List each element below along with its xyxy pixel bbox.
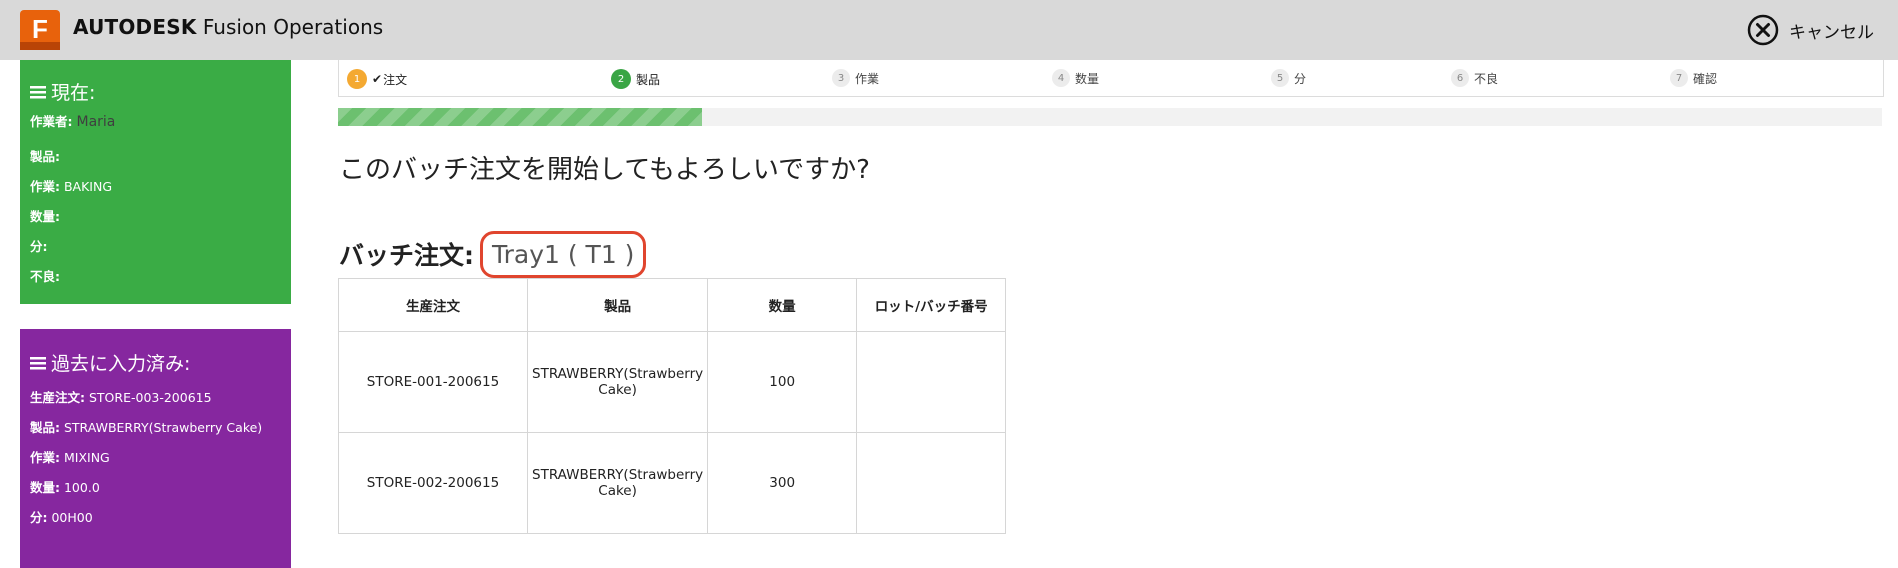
brand-product: Fusion Operations xyxy=(202,15,384,39)
past-minutes: 分: 00H00 xyxy=(30,510,93,525)
progress-bar-fill xyxy=(338,108,703,126)
step-order[interactable]: 1 ✔ 注文 xyxy=(347,69,407,89)
column-header: 生産注文 xyxy=(338,278,528,332)
step-indicator: 1 ✔ 注文 2 製品 3 作業 4 数量 5分 6 不良 7 確認 xyxy=(338,60,1884,97)
lot-number-cell xyxy=(856,432,1007,534)
orders-table: 生産注文 製品 数量 ロット/バッチ番号 STORE-001-200615 ST… xyxy=(338,278,1007,534)
past-operation: 作業: MIXING xyxy=(30,450,110,465)
step-minutes[interactable]: 5分 xyxy=(1271,69,1306,87)
column-header: 数量 xyxy=(707,278,858,332)
current-defects: 不良: xyxy=(30,269,60,284)
past-product: 製品: STRAWBERRY(Strawberry Cake) xyxy=(30,420,263,435)
confirm-question: このバッチ注文を開始してもよろしいですか? xyxy=(339,155,870,185)
cancel-label: キャンセル xyxy=(1789,22,1874,43)
fusion-logo-icon: F xyxy=(20,10,60,50)
app-header: F AUTODESK Fusion Operations キャンセル xyxy=(0,0,1898,60)
batch-order-label: バッチ注文: xyxy=(339,240,474,270)
table-cell: 100 xyxy=(707,331,858,433)
column-header: 製品 xyxy=(526,278,709,332)
current-quantity: 数量: xyxy=(30,209,60,224)
past-panel-title: 過去に入力済み: xyxy=(30,349,190,376)
menu-icon xyxy=(30,356,46,369)
svg-text:F: F xyxy=(32,14,48,44)
column-header: ロット/バッチ番号 xyxy=(856,278,1007,332)
step-confirm[interactable]: 7 確認 xyxy=(1670,69,1717,87)
batch-order-value: Tray1 ( T1 ) xyxy=(480,231,647,278)
current-panel: 現在: 作業者: Maria 製品: 作業: BAKING 数量: 分: 不良: xyxy=(20,60,291,304)
table-cell: STRAWBERRY(Strawberry Cake) xyxy=(526,331,709,433)
lot-number-cell xyxy=(856,331,1007,433)
menu-icon xyxy=(30,85,46,98)
table-cell: STORE-001-200615 xyxy=(338,331,528,433)
current-product: 製品: xyxy=(30,149,60,164)
table-cell: 300 xyxy=(707,432,858,534)
current-minutes: 分: xyxy=(30,239,48,254)
table-cell: STRAWBERRY(Strawberry Cake) xyxy=(526,432,709,534)
cancel-button[interactable]: キャンセル xyxy=(1747,14,1874,46)
current-panel-title: 現在: xyxy=(30,78,95,105)
current-operator: 作業者: Maria xyxy=(30,114,116,130)
past-order: 生産注文: STORE-003-200615 xyxy=(30,390,212,405)
brand-bold: AUTODESK xyxy=(73,15,197,39)
check-icon: ✔ xyxy=(372,72,383,86)
table-cell: STORE-002-200615 xyxy=(338,432,528,534)
close-circle-icon xyxy=(1747,14,1779,46)
step-defects[interactable]: 6 不良 xyxy=(1451,69,1498,87)
step-product[interactable]: 2 製品 xyxy=(611,69,660,89)
table-row: STORE-002-200615 STRAWBERRY(Strawberry C… xyxy=(338,432,1007,534)
table-row: STORE-001-200615 STRAWBERRY(Strawberry C… xyxy=(338,331,1007,433)
current-operation: 作業: BAKING xyxy=(30,179,113,194)
step-operation[interactable]: 3 作業 xyxy=(832,69,879,87)
past-quantity: 数量: 100.0 xyxy=(30,480,100,495)
step-quantity[interactable]: 4 数量 xyxy=(1052,69,1099,87)
past-entries-panel: 過去に入力済み: 生産注文: STORE-003-200615 製品: STRA… xyxy=(20,329,291,568)
app-title: AUTODESK Fusion Operations xyxy=(73,14,383,40)
table-header-row: 生産注文 製品 数量 ロット/バッチ番号 xyxy=(338,278,1007,332)
batch-order: バッチ注文: Tray1 ( T1 ) xyxy=(339,230,647,278)
operator-name: Maria xyxy=(76,114,116,130)
progress-bar xyxy=(338,108,1882,126)
